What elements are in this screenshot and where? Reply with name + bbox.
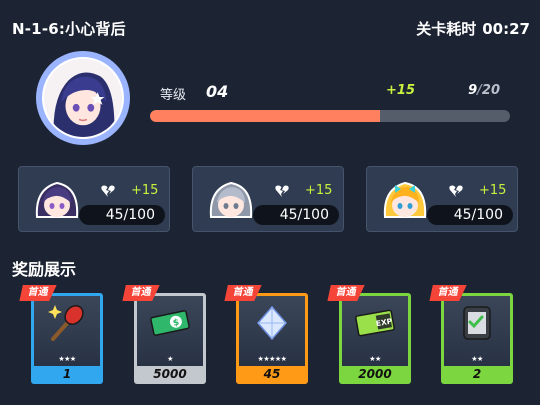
exp-progress-text: 9/20: [468, 83, 500, 98]
blonde-hair-character-avatar: [383, 181, 427, 218]
exp-bar-fill: [150, 110, 381, 122]
cash-ticket-icon: $: [150, 310, 190, 336]
timer-label: 关卡耗时: [416, 20, 477, 38]
exp-ticket-icon: EXP: [355, 309, 395, 337]
exp-current: 9: [468, 83, 478, 98]
reward-item[interactable]: EXP ★★ 2000 首通: [339, 293, 411, 384]
silver-hair-character-avatar: [209, 181, 253, 218]
reward-count: 2: [472, 367, 482, 381]
broken-heart-icon: [101, 185, 115, 197]
affinity-gain: +15: [131, 183, 159, 198]
player-portrait-icon: [44, 59, 122, 137]
crystal-icon: [257, 305, 287, 341]
timer-value: 00:27: [482, 20, 530, 38]
affinity-value: 45/100: [79, 205, 165, 225]
reward-count: 5000: [153, 367, 187, 381]
reward-stars: ★: [167, 355, 173, 363]
rewards-title: 奖励展示: [12, 260, 77, 279]
reward-count: 1: [62, 367, 72, 381]
affinity-value: 45/100: [427, 205, 513, 225]
stage-timer: 关卡耗时 00:27: [416, 18, 530, 39]
reward-stars: ★★★★★: [257, 355, 287, 363]
player-avatar: [36, 51, 130, 145]
affinity-value: 45/100: [253, 205, 339, 225]
affinity-gain: +15: [305, 183, 333, 198]
reward-count: 2000: [358, 367, 392, 381]
reward-stars: ★★: [369, 355, 381, 363]
character-card: +15 45/100: [192, 166, 344, 232]
exp-max: 20: [481, 83, 500, 98]
reward-stars: ★★: [471, 355, 483, 363]
level-gain: +15: [386, 83, 415, 98]
reward-item[interactable]: ★★★★★ 45 首通: [236, 293, 308, 384]
level-row: 等级 04 +15 9/20: [160, 82, 500, 104]
level-value: 04: [206, 82, 229, 101]
reward-item[interactable]: $ ★ 5000 首通: [134, 293, 206, 384]
reward-item[interactable]: ★★★ 1 首通: [31, 293, 103, 384]
purple-hair-character-avatar: [35, 181, 79, 218]
reward-count: 45: [263, 367, 281, 381]
reward-stars: ★★★: [58, 355, 76, 363]
level-label: 等级: [160, 88, 187, 103]
reward-item[interactable]: ★★ 2 首通: [441, 293, 513, 384]
sparkle-wand-icon: [48, 305, 84, 341]
broken-heart-icon: [449, 185, 463, 197]
exp-bar: [150, 110, 510, 122]
broken-heart-icon: [275, 185, 289, 197]
checklist-device-icon: [463, 306, 491, 340]
affinity-gain: +15: [479, 183, 507, 198]
character-card: +15 45/100: [366, 166, 518, 232]
stage-title: N-1-6:小心背后: [12, 20, 126, 38]
character-card: +15 45/100: [18, 166, 170, 232]
